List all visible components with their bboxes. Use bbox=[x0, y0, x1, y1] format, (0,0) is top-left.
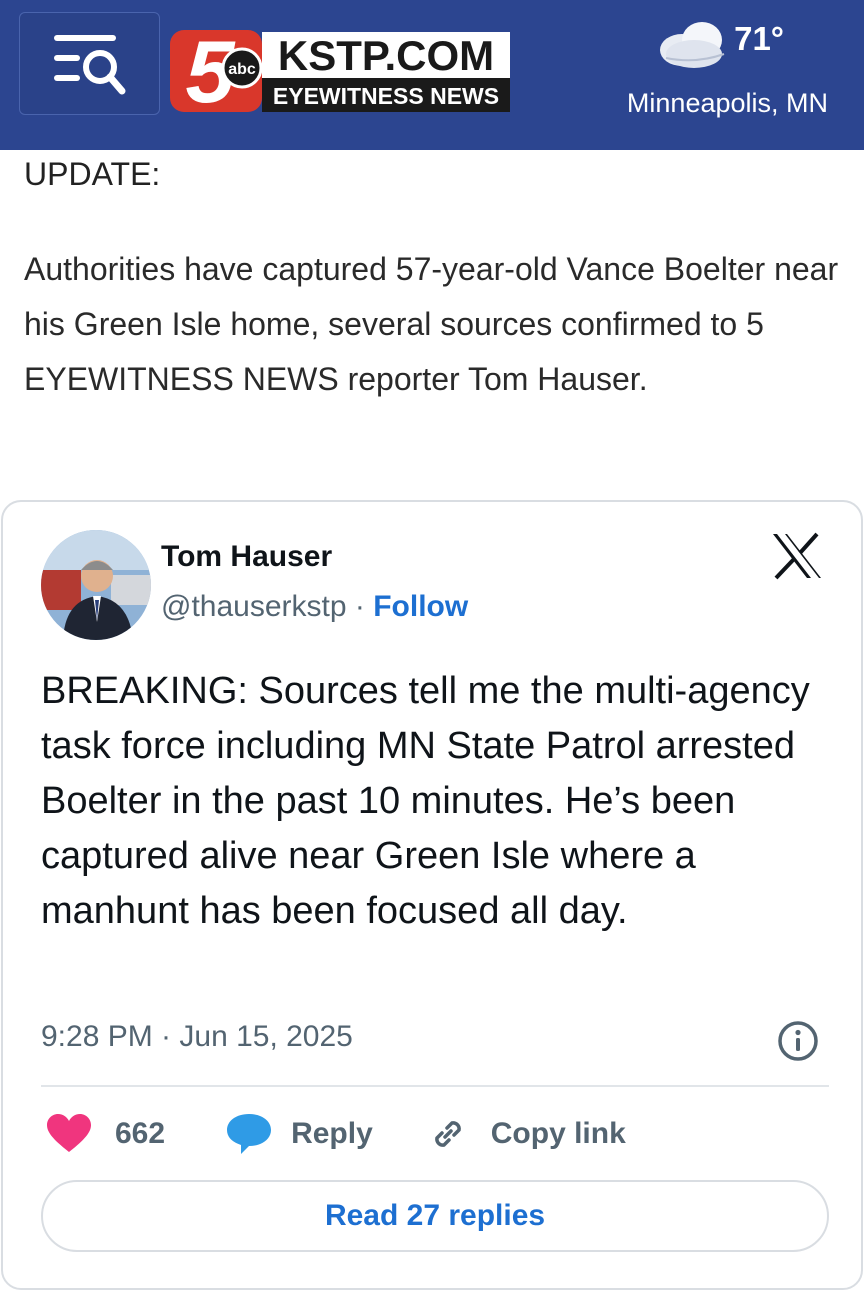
article-paragraph: Authorities have captured 57-year-old Va… bbox=[24, 251, 839, 397]
logo-tagline: EYEWITNESS NEWS bbox=[273, 83, 499, 109]
tweet-divider bbox=[41, 1085, 829, 1087]
weather-widget[interactable]: 71° Minneapolis, MN bbox=[568, 12, 828, 122]
logo-network: abc bbox=[228, 61, 256, 78]
kstp-logo[interactable]: 5 abc KSTP.COM EYEWITNESS NEWS bbox=[170, 22, 512, 121]
like-button[interactable]: 662 bbox=[47, 1114, 165, 1154]
copy-link-button[interactable]: Copy link bbox=[427, 1113, 626, 1155]
cloud-icon bbox=[660, 22, 725, 68]
heart-icon bbox=[47, 1114, 91, 1152]
like-count: 662 bbox=[115, 1117, 166, 1150]
follow-button[interactable]: Follow bbox=[373, 590, 468, 623]
avatar[interactable] bbox=[41, 530, 151, 640]
embedded-tweet[interactable]: Tom Hauser @thauserkstp · Follow BREAKIN… bbox=[1, 500, 863, 1290]
avatar-image bbox=[41, 530, 151, 640]
copy-link-label: Copy link bbox=[490, 1117, 626, 1150]
tweet-timestamp[interactable]: 9:28 PM · Jun 15, 2025 bbox=[41, 1020, 353, 1054]
tweet-handle-row: @thauserkstp · Follow bbox=[161, 590, 468, 624]
tweet-handle[interactable]: @thauserkstp bbox=[161, 590, 347, 623]
reply-label: Reply bbox=[291, 1117, 373, 1150]
temperature: 71° bbox=[734, 20, 784, 57]
read-replies-button[interactable]: Read 27 replies bbox=[41, 1180, 829, 1252]
menu-search-button[interactable] bbox=[19, 12, 160, 115]
site-header: 5 abc KSTP.COM EYEWITNESS NEWS 71° Minne… bbox=[0, 0, 864, 150]
logo-site: KSTP.COM bbox=[278, 32, 494, 79]
tweet-author-name[interactable]: Tom Hauser bbox=[161, 540, 332, 574]
kstp-logo-graphic: 5 abc KSTP.COM EYEWITNESS NEWS bbox=[170, 22, 510, 121]
handle-separator: · bbox=[354, 590, 365, 623]
info-icon[interactable] bbox=[777, 1020, 819, 1062]
read-replies-label: Read 27 replies bbox=[324, 1199, 546, 1232]
x-logo-icon[interactable] bbox=[771, 532, 823, 580]
tweet-actions: 662 Reply Copy link bbox=[47, 1110, 626, 1158]
reply-button[interactable]: Reply bbox=[227, 1114, 373, 1154]
update-label: UPDATE: bbox=[24, 156, 161, 192]
location-city: Minneapolis, MN bbox=[626, 88, 828, 118]
menu-search-icon bbox=[53, 34, 125, 94]
reply-bubble-icon bbox=[227, 1114, 272, 1154]
link-icon bbox=[434, 1121, 461, 1147]
tweet-text: BREAKING: Sources tell me the multi-agen… bbox=[41, 670, 810, 932]
